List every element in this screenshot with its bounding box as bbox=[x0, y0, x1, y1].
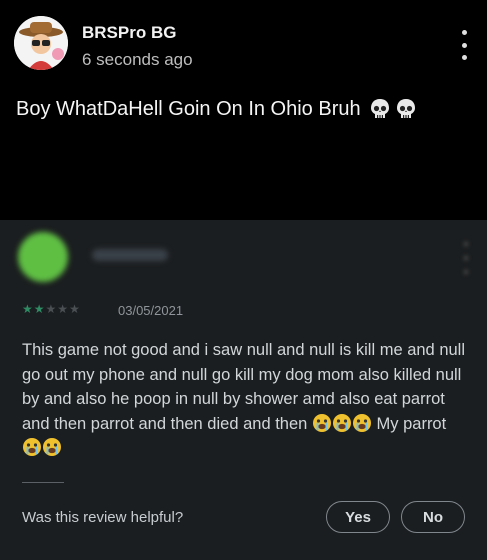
reviewer-name-redacted bbox=[92, 249, 168, 261]
review-more-icon bbox=[461, 242, 471, 274]
post-caption: Boy WhatDaHell Goin On In Ohio Bruh bbox=[16, 97, 361, 120]
crying-face-icon bbox=[312, 413, 331, 432]
helpful-question: Was this review helpful? bbox=[22, 509, 184, 526]
no-button[interactable]: No bbox=[401, 501, 465, 533]
crying-face-icon bbox=[332, 413, 351, 432]
star-icon: ★ bbox=[22, 302, 33, 316]
crying-face-icon bbox=[43, 438, 61, 456]
review-body: This game not good and i saw null and nu… bbox=[22, 338, 467, 461]
author-name[interactable]: BRSPro BG bbox=[82, 23, 176, 43]
yes-button[interactable]: Yes bbox=[326, 501, 390, 533]
star-rating: ★ ★ ★ ★ ★ bbox=[22, 303, 80, 315]
post-timestamp: 6 seconds ago bbox=[82, 50, 193, 69]
skull-icon bbox=[396, 99, 415, 118]
review-card: ★ ★ ★ ★ ★ 03/05/2021 This game not good … bbox=[0, 220, 487, 560]
crying-face-icon bbox=[352, 413, 371, 432]
star-icon: ★ bbox=[45, 302, 57, 316]
more-options-icon[interactable] bbox=[454, 30, 474, 60]
star-icon: ★ bbox=[33, 302, 45, 316]
post-emoji bbox=[368, 97, 418, 121]
crying-face-icon bbox=[23, 438, 41, 456]
skull-icon bbox=[370, 99, 389, 118]
divider bbox=[22, 482, 64, 483]
author-avatar[interactable] bbox=[14, 16, 68, 70]
star-icon: ★ bbox=[69, 302, 80, 316]
reviewer-avatar bbox=[18, 232, 68, 282]
post-text: Boy WhatDaHell Goin On In Ohio Bruh bbox=[16, 97, 418, 121]
review-date: 03/05/2021 bbox=[118, 303, 184, 318]
post-header: BRSPro BG 6 seconds ago bbox=[14, 16, 474, 76]
star-icon: ★ bbox=[57, 302, 69, 316]
review-text-end: My parrot bbox=[376, 414, 447, 433]
